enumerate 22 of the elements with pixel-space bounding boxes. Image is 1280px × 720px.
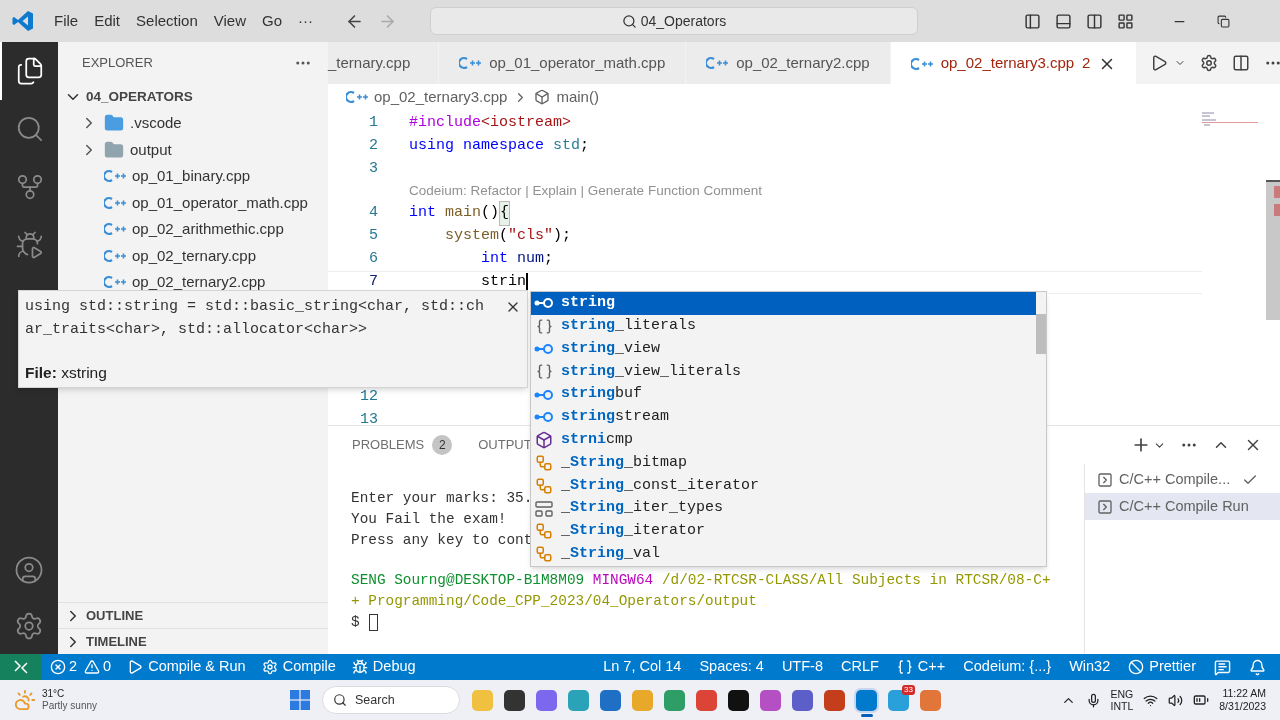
badge: 33 xyxy=(902,684,915,695)
explorer-title: EXPLORER xyxy=(82,54,153,73)
signature-text: using std::string = std::basic_string<char, std::ch xyxy=(25,297,486,317)
line-number: 5 xyxy=(368,226,378,247)
code-line: #include<iostream> xyxy=(409,113,572,134)
weather-text: Partly sunny xyxy=(42,700,98,712)
code-line: int num; xyxy=(480,249,554,270)
file-info: File: xstring xyxy=(24,363,108,383)
line-number: 2 xyxy=(368,136,378,157)
code-line: using namespace std; xyxy=(409,136,590,157)
line-number: 4 xyxy=(368,203,378,224)
signature-text: ar_traits<char>, std::allocator<char>> xyxy=(25,320,369,340)
temperature: 31°C xyxy=(42,688,66,700)
line-number: 3 xyxy=(368,159,378,180)
code-line: int main(){ xyxy=(409,201,511,226)
line-number: 7 xyxy=(368,272,378,293)
line-number: 1 xyxy=(368,113,378,134)
line-number: 6 xyxy=(368,249,378,270)
code-line: system("cls"); xyxy=(444,226,572,247)
folder-name: 04_OPERATORS xyxy=(86,87,193,106)
line-number: 12 xyxy=(359,387,378,408)
line-number: 13 xyxy=(359,410,378,425)
